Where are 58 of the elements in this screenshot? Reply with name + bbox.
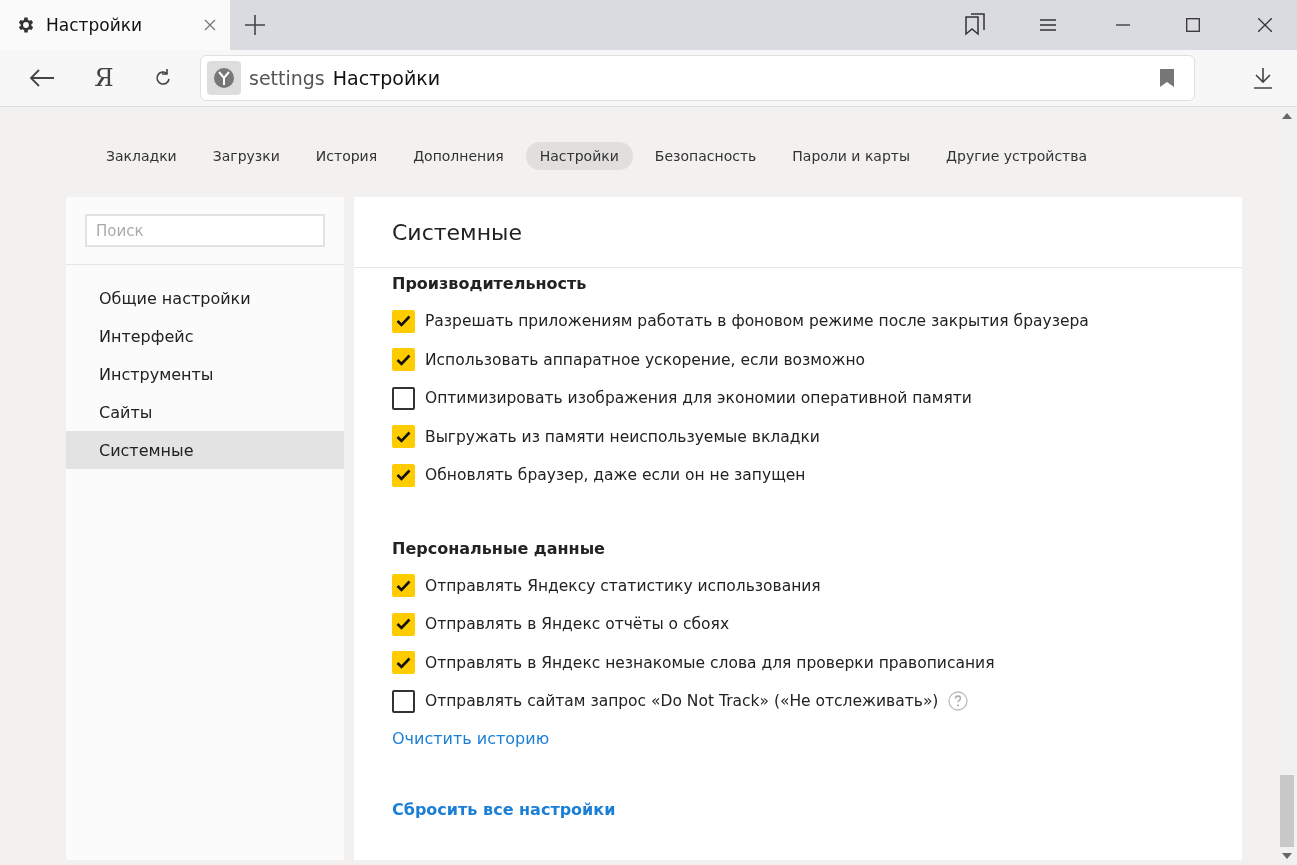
check-icon xyxy=(396,618,411,631)
scroll-thumb[interactable] xyxy=(1280,775,1294,847)
sidebar-item[interactable]: Общие настройки xyxy=(66,279,344,317)
plus-icon xyxy=(244,14,266,36)
nav-tab[interactable]: Настройки xyxy=(525,142,633,170)
checkbox[interactable] xyxy=(392,309,415,333)
checkbox[interactable] xyxy=(392,425,415,449)
address-bar[interactable]: settings Настройки xyxy=(200,55,1195,101)
tab-title: Настройки xyxy=(46,15,143,35)
page-title: Настройки xyxy=(332,67,442,89)
nav-tab[interactable]: Пароли и карты xyxy=(778,142,925,170)
check-icon xyxy=(396,430,411,443)
checkbox[interactable] xyxy=(392,612,415,636)
sidebar-item[interactable]: Системные xyxy=(66,431,344,469)
checkbox[interactable] xyxy=(392,463,415,487)
panel-title: Системные xyxy=(354,197,1242,268)
sidebar-item[interactable]: Сайты xyxy=(66,393,344,431)
clear-history-link[interactable]: Очистить историю xyxy=(392,728,550,748)
checkbox[interactable] xyxy=(392,574,415,598)
search-field[interactable]: Поиск xyxy=(85,214,325,247)
scroll-down-icon[interactable] xyxy=(1282,853,1292,859)
browser-logo-icon xyxy=(207,61,241,95)
nav-tab[interactable]: История xyxy=(301,142,392,170)
option-label: Отправлять в Яндекс незнакомые слова для проверки правописания xyxy=(425,653,995,672)
nav-tab[interactable]: Загрузки xyxy=(198,142,294,170)
option-label: Отправлять Яндексу статистику использования xyxy=(425,576,821,595)
scroll-up-icon[interactable] xyxy=(1282,113,1292,119)
nav-tab[interactable]: Безопасность xyxy=(640,142,771,170)
option-label: Разрешать приложениям работать в фоновом режиме после закрытия браузера xyxy=(425,312,1089,331)
option-label: Выгружать из памяти неиспользуемые вкладки xyxy=(425,427,820,446)
sidebar-item[interactable]: Интерфейс xyxy=(66,317,344,355)
section-heading: Персональные данные xyxy=(392,538,606,560)
nav-tab[interactable]: Другие устройства xyxy=(932,142,1102,170)
url-scheme: settings xyxy=(249,67,325,89)
option-label: Оптимизировать изображения для экономии оперативной памяти xyxy=(425,389,972,408)
nav-tab[interactable]: Закладки xyxy=(91,142,191,170)
option-label: Использовать аппаратное ускорение, если возможно xyxy=(425,350,866,369)
browser-tab[interactable]: Настройки xyxy=(0,0,230,50)
yandex-logo[interactable]: Я xyxy=(74,63,134,93)
check-icon xyxy=(396,656,411,669)
close-icon[interactable] xyxy=(204,19,216,31)
checkbox[interactable] xyxy=(392,689,415,713)
check-icon xyxy=(396,353,411,366)
checkbox[interactable] xyxy=(392,651,415,675)
reset-settings-link[interactable]: Сбросить все настройки xyxy=(392,799,616,819)
nav-tab[interactable]: Дополнения xyxy=(399,142,518,170)
bookmark-icon[interactable] xyxy=(1160,69,1174,87)
option-label: Отправлять в Яндекс отчёты о сбоях xyxy=(425,615,730,634)
section-heading: Производительность xyxy=(392,274,588,295)
checkbox[interactable] xyxy=(392,386,415,410)
check-icon xyxy=(396,579,411,592)
sidebar-item[interactable]: Инструменты xyxy=(66,355,344,393)
settings-icon xyxy=(16,15,36,35)
option-label: Отправлять сайтам запрос «Do Not Track» («Не отслеживать») xyxy=(425,692,939,711)
checkbox[interactable] xyxy=(392,348,415,372)
check-icon xyxy=(396,469,411,482)
option-label: Обновлять браузер, даже если он не запущен xyxy=(425,466,806,485)
check-icon xyxy=(396,315,411,328)
